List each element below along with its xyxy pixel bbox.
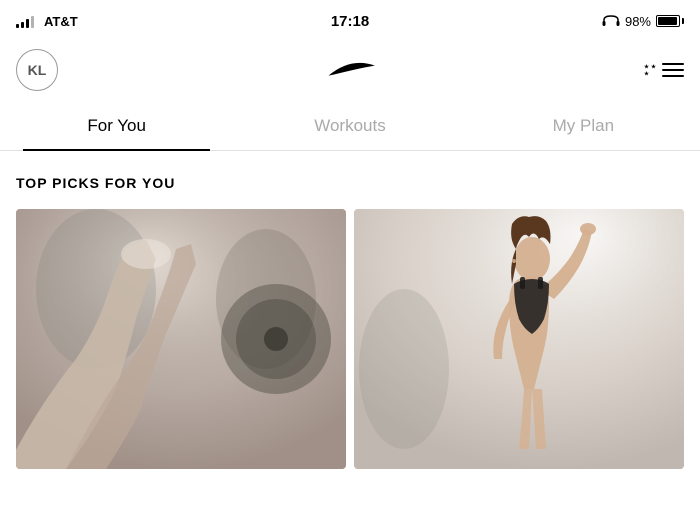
tab-workouts[interactable]: Workouts (233, 100, 466, 150)
hamburger-icon (662, 63, 684, 77)
stars-icon (644, 64, 656, 76)
menu-button[interactable] (644, 63, 684, 77)
nike-logo (325, 53, 377, 87)
headphones-icon (602, 14, 620, 28)
user-avatar[interactable]: KL (16, 49, 58, 91)
navigation-tabs: For You Workouts My Plan (0, 100, 700, 151)
workout-card-1[interactable] (16, 209, 346, 469)
cards-container (0, 209, 700, 469)
signal-icon (16, 14, 34, 28)
section-title: TOP PICKS FOR YOU (16, 175, 684, 191)
status-bar: AT&T 17:18 98% (0, 0, 700, 40)
status-time: 17:18 (331, 13, 369, 30)
app-header: KL (0, 40, 700, 100)
status-right: 98% (602, 14, 684, 29)
card-2-image (354, 209, 684, 469)
carrier-name: AT&T (44, 14, 78, 29)
tab-for-you[interactable]: For You (0, 100, 233, 150)
tab-my-plan[interactable]: My Plan (467, 100, 700, 150)
battery-icon (656, 15, 684, 27)
workout-card-2[interactable] (354, 209, 684, 469)
main-content: TOP PICKS FOR YOU (0, 151, 700, 469)
battery-percent: 98% (625, 14, 651, 29)
card-1-image (16, 209, 346, 469)
status-left: AT&T (16, 14, 78, 29)
